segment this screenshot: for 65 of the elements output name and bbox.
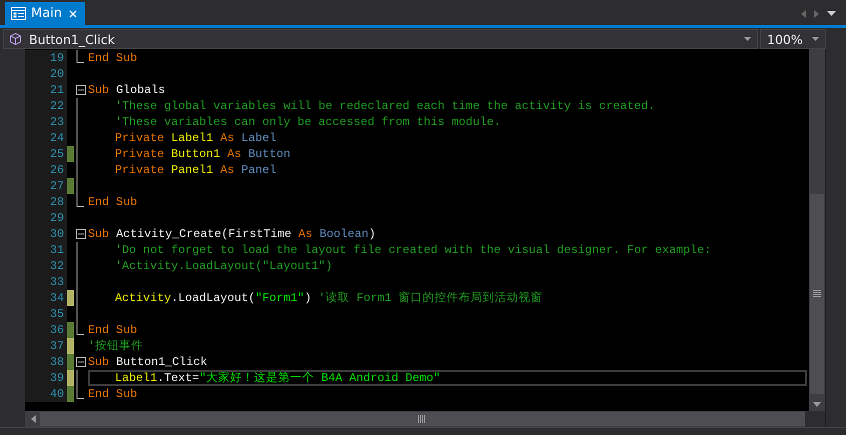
scrollbar-thumb[interactable] xyxy=(810,194,824,394)
line-number: 34 xyxy=(25,290,67,306)
code-line: 'Activity.LoadLayout("Layout1") xyxy=(115,258,332,274)
scroll-right-icon[interactable] xyxy=(814,10,819,18)
zoom-dropdown[interactable]: 100% xyxy=(760,29,826,49)
collapse-icon[interactable] xyxy=(76,354,86,370)
tab-label: Main xyxy=(31,6,62,21)
line-number: 25 xyxy=(25,146,67,162)
line-number: 32 xyxy=(25,258,67,274)
scroll-left-icon[interactable] xyxy=(31,415,36,423)
line-number: 19 xyxy=(25,50,67,66)
code-line: Private Button1 As Button xyxy=(115,146,290,162)
line-number: 29 xyxy=(25,210,67,226)
fold-end-guide xyxy=(76,386,84,402)
line-number: 40 xyxy=(25,386,67,402)
code-line: Private Panel1 As Panel xyxy=(115,162,276,178)
line-number: 37 xyxy=(25,338,67,354)
code-line: Private Label1 As Label xyxy=(115,130,276,146)
line-number: 28 xyxy=(25,194,67,210)
member-dropdown[interactable]: Button1_Click xyxy=(3,29,758,49)
line-number: 35 xyxy=(25,306,67,322)
fold-guide xyxy=(76,370,78,386)
line-number: 27 xyxy=(25,178,67,194)
cube-icon xyxy=(10,33,21,45)
close-icon[interactable] xyxy=(69,10,78,18)
line-number: 36 xyxy=(25,322,67,338)
line-number: 30 xyxy=(25,226,67,242)
collapse-icon[interactable] xyxy=(76,82,86,98)
code-line: End Sub xyxy=(88,194,138,210)
collapse-icon[interactable] xyxy=(76,226,86,242)
vertical-scrollbar[interactable] xyxy=(809,49,825,411)
scroll-left-icon[interactable] xyxy=(801,10,806,18)
line-number: 20 xyxy=(25,66,67,82)
line-number: 23 xyxy=(25,114,67,130)
scroll-down-icon[interactable] xyxy=(813,402,821,407)
code-line: End Sub xyxy=(88,50,138,66)
code-line: Activity.LoadLayout("Form1") '读取 Form1 窗口的控件布局到活动视窗 xyxy=(115,290,543,306)
code-line: End Sub xyxy=(88,322,138,338)
scroll-grip-icon xyxy=(813,290,821,298)
line-number: 21 xyxy=(25,82,67,98)
line-number: 31 xyxy=(25,242,67,258)
fold-end-guide xyxy=(76,322,84,338)
line-number: 22 xyxy=(25,98,67,114)
line-number: 26 xyxy=(25,162,67,178)
code-line: 'These global variables will be redeclared each time the activity is created. xyxy=(115,98,656,114)
code-line: 'Do not forget to load the layout file created with the visual designer. For example: xyxy=(115,242,712,258)
caret-icon xyxy=(744,37,751,41)
code-line: End Sub xyxy=(88,386,138,402)
form-icon xyxy=(11,7,26,20)
code-line: '按钮事件 xyxy=(88,338,144,354)
code-line: Sub Activity_Create(FirstTime As Boolean) xyxy=(88,226,376,242)
line-number: 33 xyxy=(25,274,67,290)
code-line: 'These variables can only be accessed from this module. xyxy=(115,114,501,130)
editor-tab[interactable]: Main xyxy=(5,2,86,25)
line-number: 39 xyxy=(25,370,67,386)
caret-icon xyxy=(812,37,819,41)
fold-end-guide xyxy=(76,50,84,66)
code-line: Sub Button1_Click xyxy=(88,354,208,370)
line-number: 38 xyxy=(25,354,67,370)
fold-end-guide xyxy=(76,194,84,210)
code-line: Sub Globals xyxy=(88,82,166,98)
scroll-grip-icon xyxy=(418,415,426,423)
dropdown-icon[interactable] xyxy=(827,10,836,16)
line-number: 24 xyxy=(25,130,67,146)
code-line: Label1.Text="大家好！这是第一个 B4A Android Demo" xyxy=(115,370,440,386)
